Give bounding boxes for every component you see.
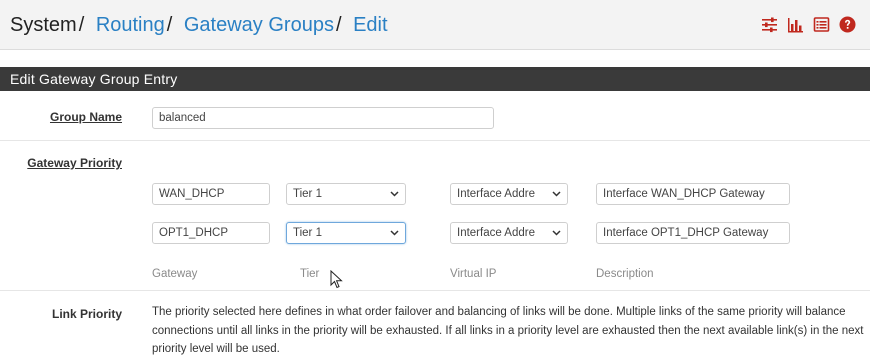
column-label-virtual-ip: Virtual IP — [450, 268, 497, 280]
link-priority-label: Link Priority — [51, 307, 122, 321]
breadcrumb-system: System — [10, 14, 77, 36]
gateway-name-field[interactable]: WAN_DHCP — [152, 183, 270, 205]
breadcrumb-separator: / — [78, 14, 85, 36]
breadcrumb-routing[interactable]: Routing — [96, 14, 165, 36]
panel-title: Edit Gateway Group Entry — [0, 67, 870, 91]
header-icons — [761, 16, 856, 33]
description-field[interactable]: Interface WAN_DHCP Gateway — [596, 183, 790, 205]
sliders-icon[interactable] — [761, 16, 778, 33]
breadcrumb-edit[interactable]: Edit — [353, 14, 387, 36]
page-header: System / Routing / Gateway Groups / Edit — [0, 0, 870, 50]
link-priority-help: The priority selected here defines in wh… — [152, 306, 864, 355]
row-divider — [0, 290, 870, 291]
column-label-description: Description — [596, 268, 654, 280]
tier-select[interactable]: Tier 1 — [286, 222, 406, 244]
bar-chart-icon[interactable] — [787, 16, 804, 33]
group-name-label: Group Name — [49, 110, 122, 124]
virtual-ip-select[interactable]: Interface Addre — [450, 222, 568, 244]
gateway-priority-label: Gateway Priority — [27, 156, 122, 170]
virtual-ip-select-value: Interface Addre — [457, 188, 535, 200]
chevron-down-icon — [552, 230, 561, 236]
breadcrumb-separator: / — [335, 14, 342, 36]
gateway-name-field[interactable]: OPT1_DHCP — [152, 222, 270, 244]
column-label-gateway: Gateway — [152, 268, 198, 280]
virtual-ip-select[interactable]: Interface Addre — [450, 183, 568, 205]
mouse-cursor-icon — [330, 270, 343, 289]
tier-select-value: Tier 1 — [293, 188, 322, 200]
breadcrumb-separator: / — [166, 14, 173, 36]
tier-select-value: Tier 1 — [293, 227, 322, 239]
chevron-down-icon — [552, 191, 561, 197]
breadcrumb-gateway-groups[interactable]: Gateway Groups — [184, 14, 334, 36]
column-label-tier: Tier — [300, 268, 320, 280]
chevron-down-icon — [390, 191, 399, 197]
description-field[interactable]: Interface OPT1_DHCP Gateway — [596, 222, 790, 244]
breadcrumb: System / Routing / Gateway Groups / Edit — [10, 13, 388, 37]
group-name-input[interactable]: balanced — [152, 107, 494, 129]
virtual-ip-select-value: Interface Addre — [457, 227, 535, 239]
help-icon[interactable] — [839, 16, 856, 33]
row-divider — [0, 140, 870, 141]
tier-select[interactable]: Tier 1 — [286, 183, 406, 205]
list-icon[interactable] — [813, 16, 830, 33]
chevron-down-icon — [390, 230, 399, 236]
